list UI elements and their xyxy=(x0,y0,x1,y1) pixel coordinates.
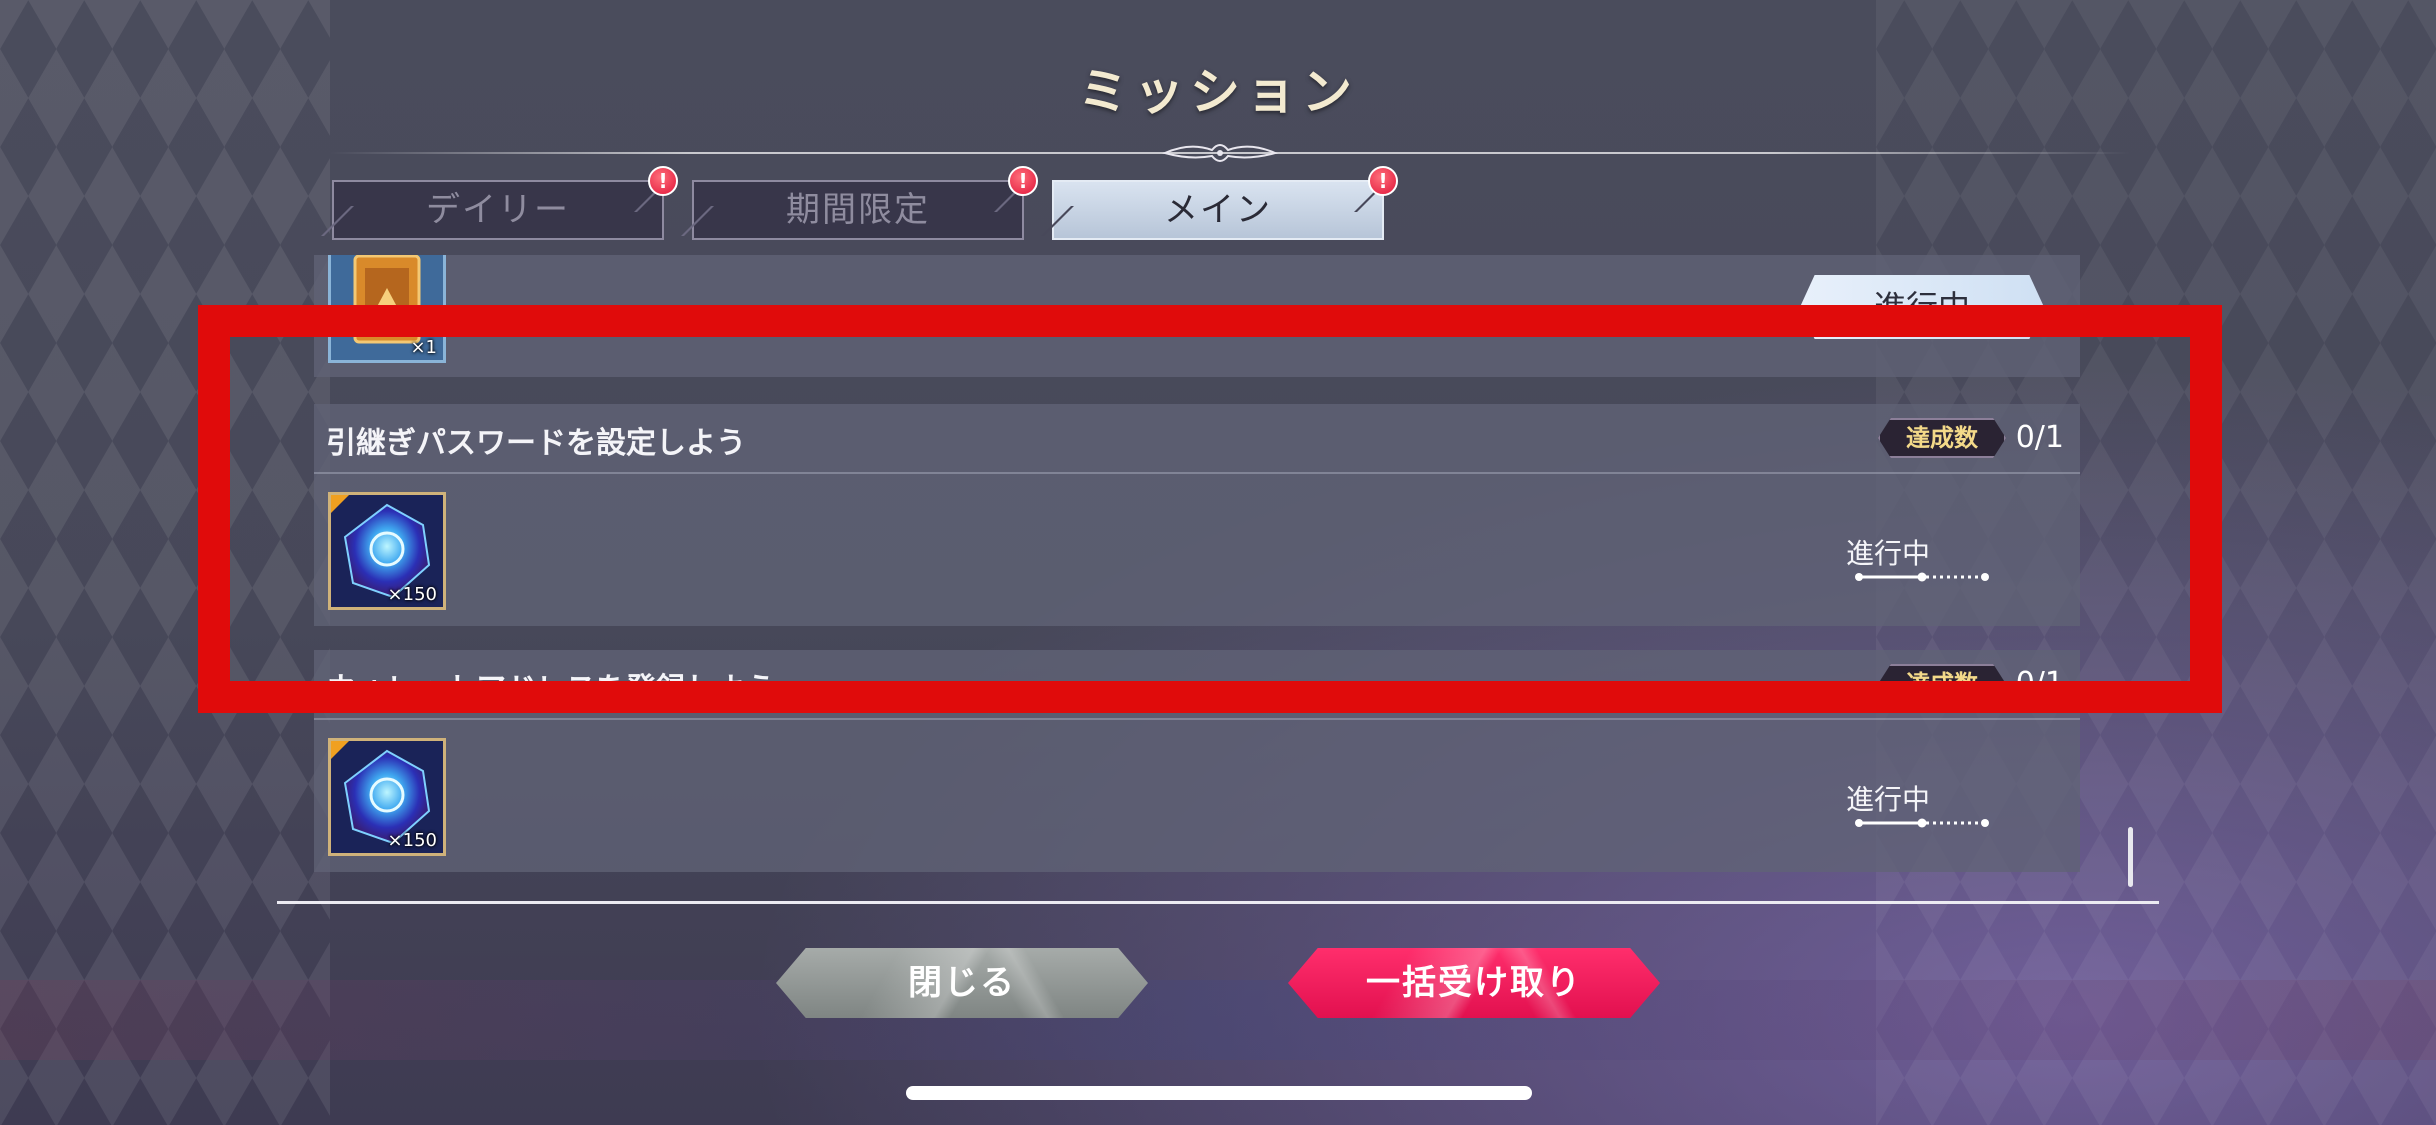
progress-indicator xyxy=(1855,818,1989,828)
tab-corner-decoration xyxy=(321,206,387,236)
background-blur xyxy=(0,980,2436,1060)
tab-label: デイリー xyxy=(426,190,570,230)
tab-label: 期間限定 xyxy=(786,190,930,230)
status-label: 進行中 xyxy=(1845,783,1930,816)
ornament-icon xyxy=(1162,144,1278,162)
close-button-label: 閉じる xyxy=(908,963,1016,1003)
collect-all-button[interactable]: 一括受け取り xyxy=(1288,948,1660,1018)
home-indicator[interactable] xyxy=(906,1086,1532,1100)
tab-limited[interactable]: 期間限定 xyxy=(681,180,1027,240)
tab-corner-decoration xyxy=(1041,206,1107,236)
gem-item-icon[interactable]: ×150 xyxy=(328,738,446,856)
close-button[interactable]: 閉じる xyxy=(776,948,1148,1018)
tab-label: メイン xyxy=(1164,190,1272,230)
tab-corner-decoration xyxy=(681,206,747,236)
page-title: ミッション xyxy=(1078,62,1358,121)
collect-all-button-label: 一括受け取り xyxy=(1366,963,1582,1003)
rarity-corner-tag xyxy=(331,741,349,759)
alert-badge-icon: ! xyxy=(1008,166,1038,196)
highlight-annotation-box xyxy=(198,305,2222,713)
alert-badge-icon: ! xyxy=(1368,166,1398,196)
footer-divider xyxy=(277,901,2159,904)
tab-main[interactable]: メイン xyxy=(1041,180,1387,240)
alert-badge-icon: ! xyxy=(648,166,678,196)
reward-quantity: ×150 xyxy=(387,830,437,851)
scrollbar[interactable] xyxy=(2128,827,2133,887)
tab-daily[interactable]: デイリー xyxy=(321,180,667,240)
